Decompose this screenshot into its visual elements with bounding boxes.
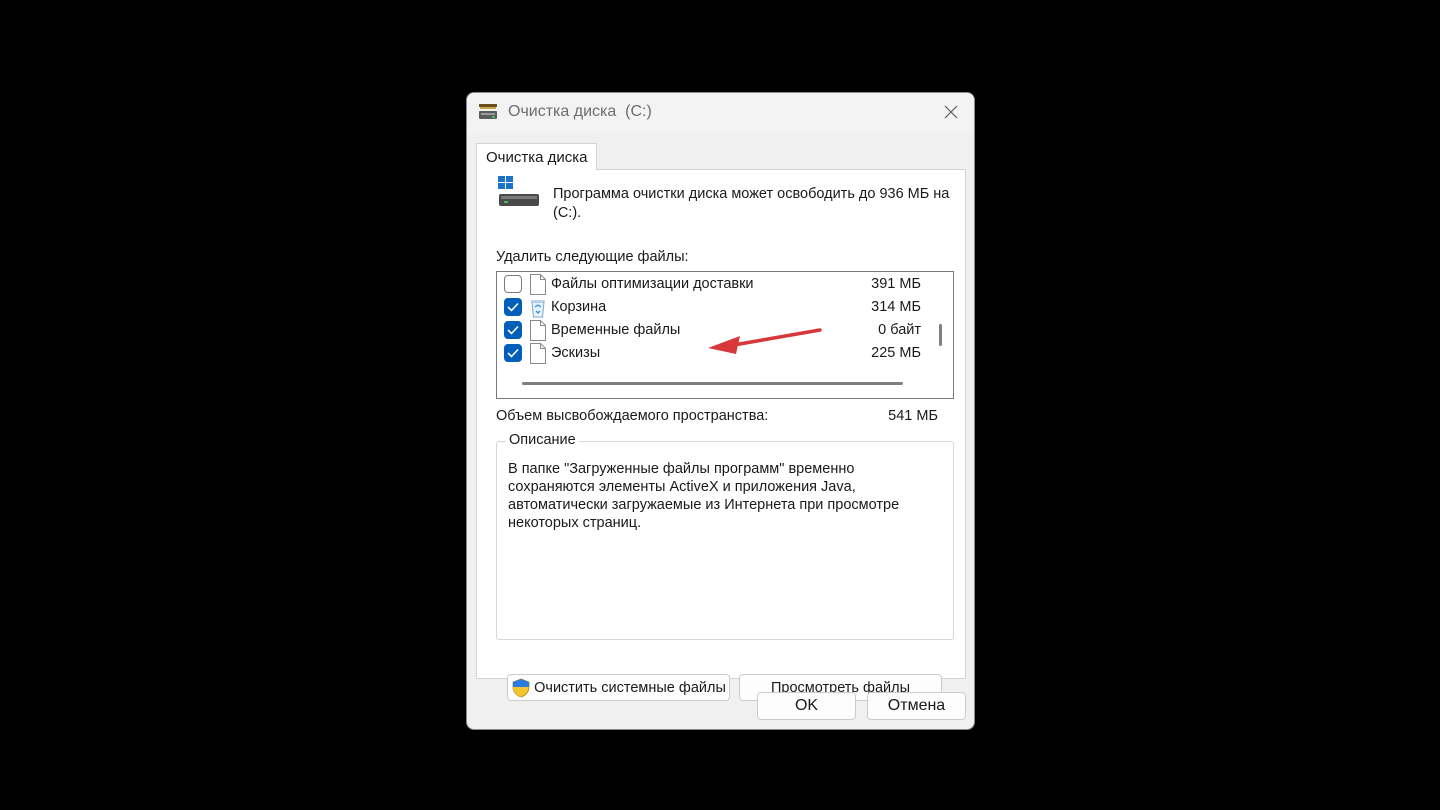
tab-disk-cleanup[interactable]: Очистка диска <box>476 143 597 170</box>
free-space-label: Объем высвобождаемого пространства: <box>496 408 769 424</box>
list-item[interactable]: Корзина 314 МБ <box>497 296 927 319</box>
disk-cleanup-dialog: Очистка диска (C:) Очистка диска Програм… <box>466 92 975 730</box>
item-name: Файлы оптимизации доставки <box>551 276 754 292</box>
vertical-scrollbar[interactable] <box>939 324 942 346</box>
clean-system-files-label: Очистить системные файлы <box>534 679 726 696</box>
horizontal-scrollbar[interactable] <box>522 382 903 385</box>
description-title: Описание <box>506 432 579 448</box>
close-button[interactable] <box>934 97 968 127</box>
intro-text: Программа очистки диска может освободить… <box>553 186 950 221</box>
checkbox[interactable] <box>504 321 522 339</box>
item-name: Корзина <box>551 299 607 315</box>
cancel-button[interactable]: Отмена <box>867 692 966 720</box>
annotation-arrow-icon <box>708 328 822 354</box>
files-to-delete-label: Удалить следующие файлы: <box>496 249 689 265</box>
clean-system-files-button[interactable]: Очистить системные файлы <box>507 674 730 701</box>
checkmark-icon <box>507 348 519 358</box>
checkbox[interactable] <box>504 344 522 362</box>
checkbox[interactable] <box>504 298 522 316</box>
free-space-value: 541 МБ <box>888 408 938 424</box>
title-bar: Очистка диска (C:) <box>467 93 974 133</box>
ok-button[interactable]: OK <box>757 692 856 720</box>
checkbox[interactable] <box>504 275 522 293</box>
checkmark-icon <box>507 325 519 335</box>
file-icon <box>530 343 546 364</box>
item-size: 391 МБ <box>871 276 921 292</box>
window-title: Очистка диска (C:) <box>508 103 652 120</box>
item-size: 225 МБ <box>871 345 921 361</box>
disk-cleanup-icon <box>479 104 497 119</box>
description-text: В папке "Загруженные файлы программ" вре… <box>508 461 900 531</box>
shield-icon <box>512 678 530 697</box>
checkmark-icon <box>507 302 519 312</box>
item-name: Эскизы <box>551 345 601 361</box>
drive-icon <box>498 176 539 206</box>
list-item[interactable]: Файлы оптимизации доставки 391 МБ <box>497 273 927 296</box>
file-icon <box>530 274 546 295</box>
item-name: Временные файлы <box>551 322 681 338</box>
close-icon <box>944 105 958 119</box>
tab-panel: Программа очистки диска может освободить… <box>476 169 966 701</box>
item-size: 0 байт <box>878 322 921 338</box>
item-size: 314 МБ <box>871 299 921 315</box>
file-icon <box>530 320 546 341</box>
recycle-bin-icon <box>531 300 545 318</box>
